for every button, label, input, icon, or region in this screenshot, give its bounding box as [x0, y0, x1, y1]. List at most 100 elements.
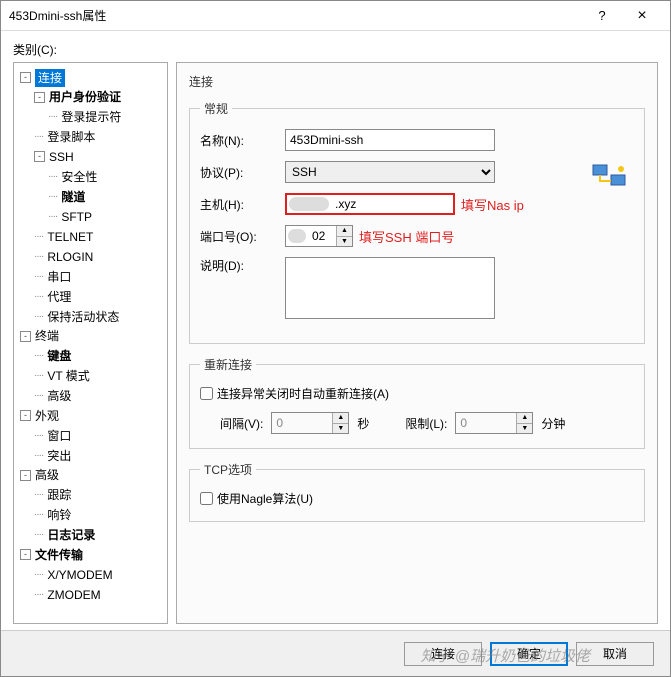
reconnect-group: 重新连接 连接异常关闭时自动重新连接(A) 间隔(V): ▲▼ 秒 限制(L — [189, 356, 645, 449]
tree-item[interactable]: ····代理 — [32, 286, 165, 306]
tree-leaf-marker: ···· — [34, 228, 43, 246]
interval-input — [272, 413, 332, 433]
category-tree[interactable]: -连接-用户身份验证····登录提示符····登录脚本-SSH····安全性··… — [13, 62, 168, 624]
tree-item-label: RLOGIN — [47, 248, 93, 266]
tree-item-label: TELNET — [47, 228, 93, 246]
port-label: 端口号(O): — [200, 228, 285, 245]
tree-item[interactable]: ····SFTP — [46, 206, 165, 226]
tree-item-label: ZMODEM — [47, 586, 100, 604]
tree-item[interactable]: ···· 响铃 — [32, 504, 165, 524]
tree-leaf-marker: ···· — [34, 427, 43, 445]
tree-item[interactable]: -文件传输····X/YMODEM····ZMODEM — [18, 544, 165, 604]
tree-item[interactable]: ···· RLOGIN — [32, 246, 165, 266]
tree-item[interactable]: ···· 串口 — [32, 266, 165, 286]
tree-item[interactable]: ····VT 模式 — [32, 365, 165, 385]
port-spinner[interactable]: ▲▼ — [285, 225, 353, 247]
desc-textarea[interactable] — [285, 257, 495, 319]
tree-item-label: SSH — [49, 148, 74, 166]
tree-item[interactable]: ···· TELNET — [32, 226, 165, 246]
tree-leaf-marker: ···· — [34, 566, 43, 584]
spin-down-icon[interactable]: ▼ — [517, 424, 532, 434]
tcp-group: TCP选项 使用Nagle算法(U) — [189, 461, 645, 522]
tree-item[interactable]: ····保持活动状态 — [32, 306, 165, 326]
panel-heading: 连接 — [189, 73, 645, 90]
tree-item[interactable]: -高级····跟踪····响铃····日志记录 — [18, 465, 165, 545]
protocol-label: 协议(P): — [200, 164, 285, 181]
tree-item[interactable]: ····ZMODEM — [32, 584, 165, 604]
limit-label: 限制(L): — [405, 415, 447, 432]
tree-leaf-marker: ···· — [34, 248, 43, 266]
tree-item[interactable]: ···· 日志记录 — [32, 524, 165, 544]
collapse-icon[interactable]: - — [20, 470, 31, 481]
tree-leaf-marker: ···· — [34, 486, 43, 504]
tree-item[interactable]: ···· 键盘 — [32, 345, 165, 365]
port-annotation: 填写SSH 端口号 — [359, 227, 454, 246]
tree-leaf-marker: ···· — [34, 268, 43, 286]
tree-item-label: 登录提示符 — [61, 108, 121, 126]
name-input[interactable] — [285, 129, 495, 151]
collapse-icon[interactable]: - — [20, 410, 31, 421]
tree-item[interactable]: -连接-用户身份验证····登录提示符····登录脚本-SSH····安全性··… — [18, 67, 165, 326]
spin-down-icon[interactable]: ▼ — [337, 237, 352, 247]
tree-leaf-marker: ···· — [34, 128, 43, 146]
auto-reconnect-checkbox[interactable] — [200, 387, 213, 400]
connect-button[interactable]: 连接 — [404, 642, 482, 666]
port-input[interactable] — [308, 226, 336, 246]
connection-icon — [591, 161, 627, 191]
tree-item[interactable]: -SSH····安全性····隧道····SFTP — [32, 146, 165, 226]
tree-item-label: 串口 — [47, 268, 71, 286]
collapse-icon[interactable]: - — [20, 331, 31, 342]
collapse-icon[interactable]: - — [34, 92, 45, 103]
general-legend: 常规 — [200, 100, 232, 117]
spin-up-icon[interactable]: ▲ — [517, 413, 532, 424]
ok-button[interactable]: 确定 — [490, 642, 568, 666]
tree-item[interactable]: ····突出 — [32, 445, 165, 465]
tree-item-label: 终端 — [35, 327, 59, 345]
protocol-select[interactable]: SSH — [285, 161, 495, 183]
collapse-icon[interactable]: - — [34, 151, 45, 162]
collapse-icon[interactable]: - — [20, 72, 31, 83]
tree-item[interactable]: ····安全性 — [46, 166, 165, 186]
tree-item[interactable]: ···· 窗口 — [32, 425, 165, 445]
tree-leaf-marker: ···· — [48, 168, 57, 186]
host-label: 主机(H): — [200, 196, 285, 213]
min-label: 分钟 — [541, 415, 565, 432]
tree-item-label: 登录脚本 — [47, 128, 95, 146]
close-button[interactable]: × — [622, 2, 662, 30]
tree-leaf-marker: ···· — [34, 347, 43, 365]
tree-item[interactable]: ···· 登录脚本 — [32, 126, 165, 146]
tree-item[interactable]: ····高级 — [32, 385, 165, 405]
reconnect-legend: 重新连接 — [200, 356, 256, 373]
spin-down-icon[interactable]: ▼ — [333, 424, 348, 434]
tree-item[interactable]: ····跟踪 — [32, 484, 165, 504]
button-bar: 连接 确定 取消 — [1, 630, 670, 676]
tree-item[interactable]: ····登录提示符 — [46, 106, 165, 126]
cancel-button[interactable]: 取消 — [576, 642, 654, 666]
tree-item-label: 响铃 — [47, 506, 71, 524]
tree-item-label: 键盘 — [47, 347, 71, 365]
spin-up-icon[interactable]: ▲ — [333, 413, 348, 424]
tree-item-label: 高级 — [47, 387, 71, 405]
name-label: 名称(N): — [200, 132, 285, 149]
tree-item-label: 日志记录 — [47, 526, 95, 544]
tree-item[interactable]: -外观····窗口····突出 — [18, 405, 165, 465]
nagle-checkbox[interactable] — [200, 492, 213, 505]
interval-spinner[interactable]: ▲▼ — [271, 412, 349, 434]
tree-item[interactable]: ····隧道 — [46, 186, 165, 206]
tree-item[interactable]: -用户身份验证····登录提示符 — [32, 87, 165, 127]
collapse-icon[interactable]: - — [20, 549, 31, 560]
tree-leaf-marker: ···· — [34, 526, 43, 544]
limit-spinner[interactable]: ▲▼ — [455, 412, 533, 434]
spin-up-icon[interactable]: ▲ — [337, 226, 352, 237]
tree-leaf-marker: ···· — [34, 308, 43, 326]
tree-item-label: 窗口 — [47, 427, 71, 445]
tree-item-label: 连接 — [35, 69, 65, 87]
nagle-label: 使用Nagle算法(U) — [217, 490, 313, 507]
help-button[interactable]: ? — [582, 2, 622, 30]
tree-item-label: 代理 — [47, 288, 71, 306]
auto-reconnect-label: 连接异常关闭时自动重新连接(A) — [217, 385, 389, 402]
sec-label: 秒 — [357, 415, 369, 432]
tree-leaf-marker: ···· — [34, 506, 43, 524]
tree-item[interactable]: -终端 ···· 键盘····VT 模式····高级 — [18, 326, 165, 406]
tree-item[interactable]: ····X/YMODEM — [32, 564, 165, 584]
